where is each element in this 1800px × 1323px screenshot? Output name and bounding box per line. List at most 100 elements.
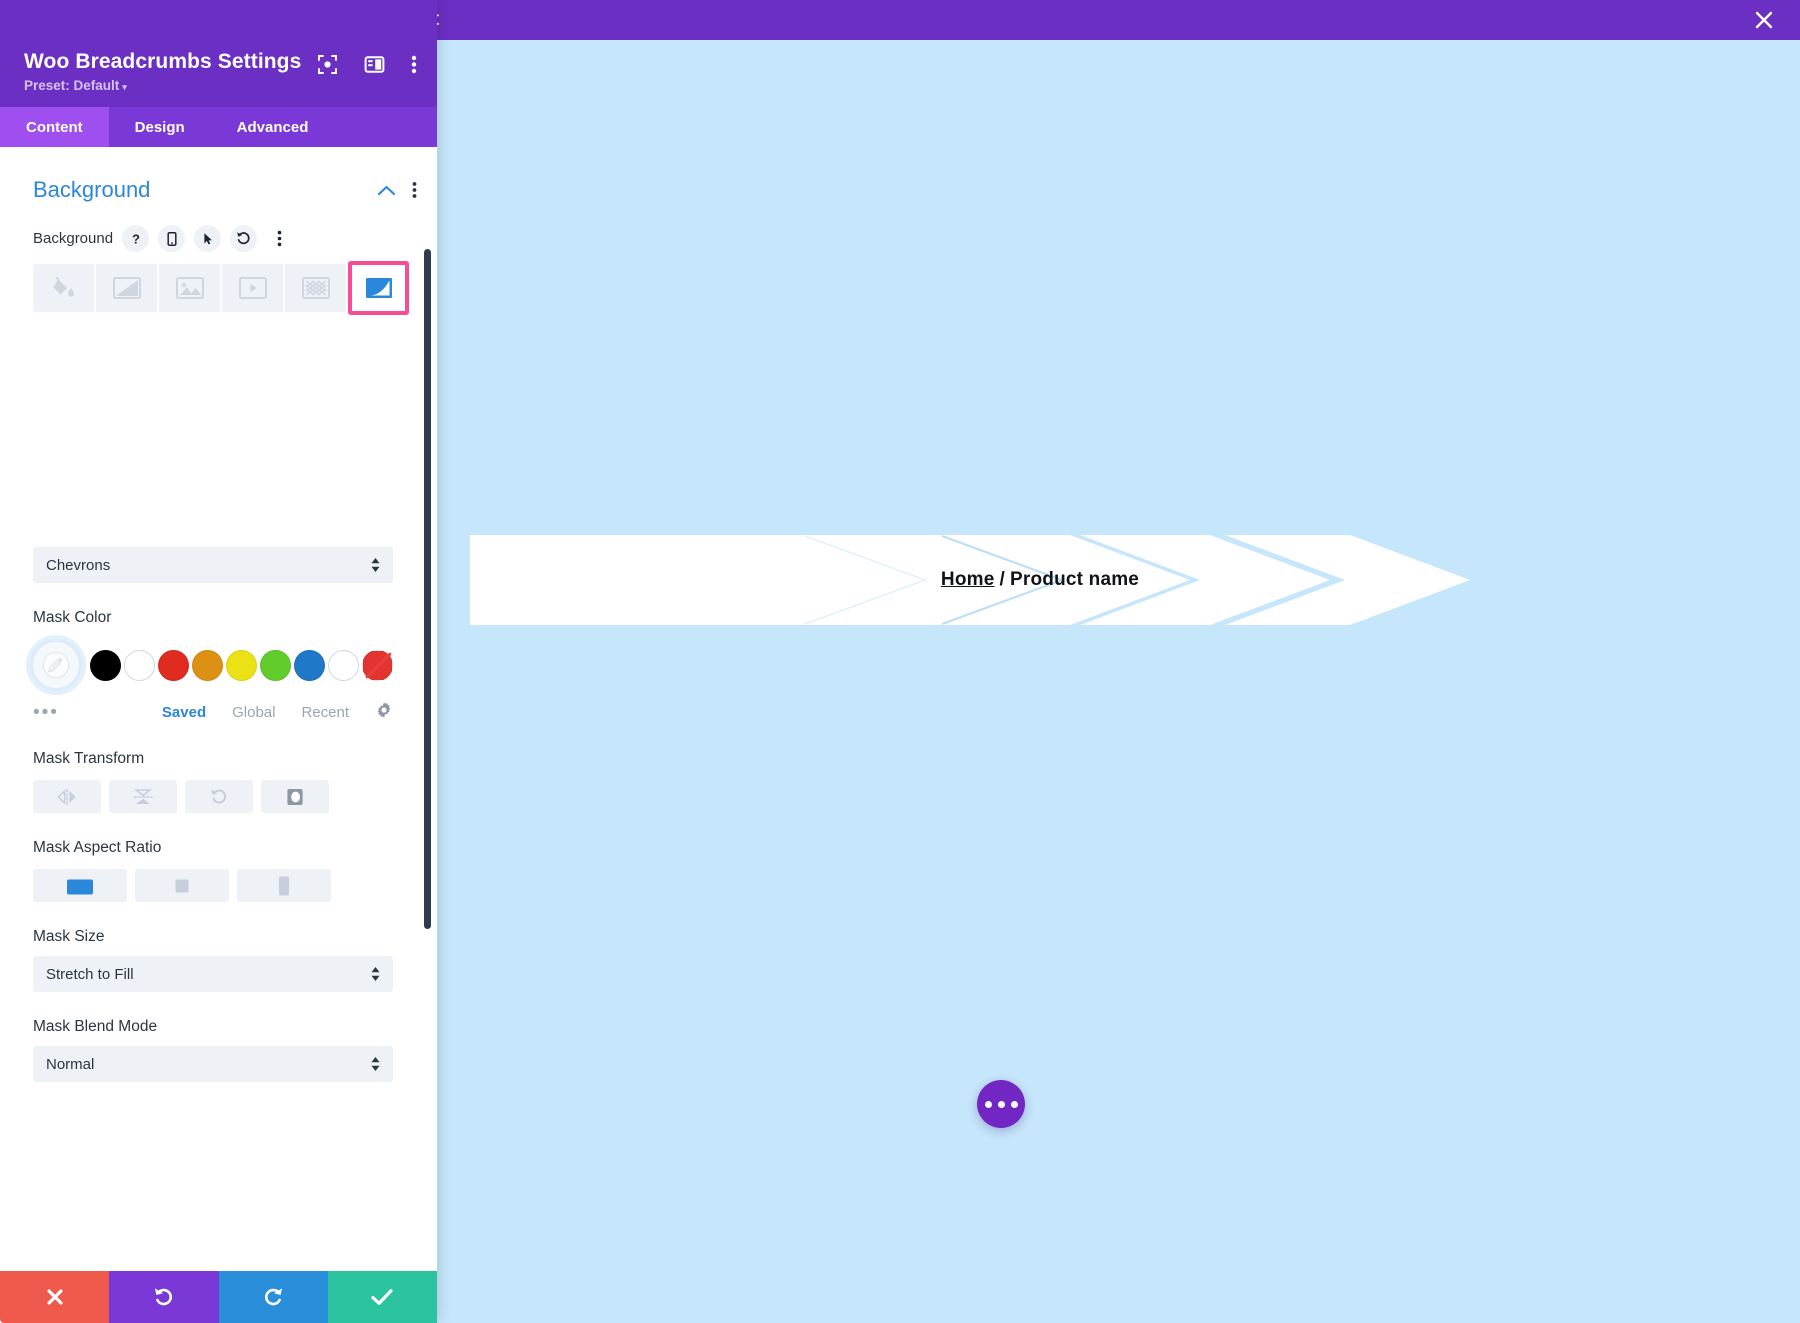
ellipsis-icon-dot-1 [985,1101,992,1108]
flip-horizontal-icon[interactable] [33,780,101,813]
mask-color-label: Mask Color [0,583,437,627]
flip-vertical-glyph [132,787,154,807]
layout-columns-icon[interactable] [364,54,385,75]
eyedropper-icon [42,651,70,679]
undo-icon [152,1285,176,1309]
panel-scroll-area: Background Background ? [0,147,437,1271]
aspect-landscape-icon[interactable] [33,869,127,902]
tab-content[interactable]: Content [0,107,109,147]
square-glyph [171,875,193,897]
background-type-tabs [0,252,437,315]
panel-scrollbar-thumb[interactable] [424,249,431,929]
bg-image-icon[interactable] [159,264,220,312]
bg-color-fill-icon[interactable] [33,264,94,312]
swatch-black[interactable] [90,650,121,681]
breadcrumb-separator: / [1000,569,1005,591]
invert-icon[interactable] [261,780,329,813]
focus-frame-icon[interactable] [317,54,338,75]
mask-glyph [365,277,393,299]
eyedropper-color-picker[interactable] [30,639,82,691]
swatch-more-dots[interactable]: ••• [33,702,59,724]
kebab-menu-icon[interactable] [411,54,417,75]
mask-blend-mode-select[interactable]: NormalMultiplyScreenOverlayDarkenLighten… [33,1046,393,1082]
rotate-icon[interactable] [185,780,253,813]
swatch-tab-global[interactable]: Global [232,704,275,721]
redo-button[interactable] [219,1271,328,1323]
flip-horizontal-glyph [55,788,79,806]
breadcrumb: Home / Product name [470,535,1550,625]
swatch-tab-recent[interactable]: Recent [301,704,349,721]
breadcrumb-current: Product name [1010,569,1139,591]
kebab-glyph [277,230,282,247]
paint-bucket-glyph [51,276,77,300]
swatch-orange[interactable] [192,650,223,681]
module-settings-panel: Woo Breadcrumbs Settings [0,0,437,1323]
aspect-portrait-icon[interactable] [237,869,331,902]
bg-video-icon[interactable] [222,264,283,312]
swatch-green[interactable] [260,650,291,681]
chevron-down-icon: ▾ [122,82,127,92]
panel-title: Woo Breadcrumbs Settings [24,50,301,74]
responsive-phone-icon[interactable] [158,225,185,252]
invert-glyph [285,787,305,807]
close-icon [44,1286,66,1308]
preset-label: Preset: Default [24,78,119,93]
mask-style-select[interactable]: ChevronsLayer BlobHoneycombRingsTriangle… [33,547,393,583]
preset-selector[interactable]: Preset: Default▾ [24,78,437,93]
cursor-glyph [200,231,216,247]
mask-size-select-wrap: Stretch to FillFitFillCustom Size [33,956,393,992]
chevron-up-icon[interactable] [377,184,396,197]
swatch-red[interactable] [158,650,189,681]
swatch-blue[interactable] [294,650,325,681]
ellipsis-icon-dot-2 [998,1101,1005,1108]
panel-header-spacer [0,0,437,40]
breadcrumb-home-link[interactable]: Home [941,569,995,591]
swatch-yellow[interactable] [226,650,257,681]
panel-header: Woo Breadcrumbs Settings [0,0,437,107]
aspect-square-icon[interactable] [135,869,229,902]
save-button[interactable] [328,1271,437,1323]
mask-aspect-ratio-label: Mask Aspect Ratio [0,813,437,857]
page-settings-fab[interactable] [977,1080,1025,1128]
panel-action-bar [0,1271,437,1323]
background-kebab-menu-icon[interactable] [266,225,293,252]
background-field-header: Background ? [0,203,437,252]
undo-button[interactable] [109,1271,218,1323]
panel-scrollbar-track[interactable] [424,147,431,1271]
hover-cursor-icon[interactable] [194,225,221,252]
mask-size-select[interactable]: Stretch to FillFitFillCustom Size [33,956,393,992]
reset-undo-icon[interactable] [230,225,257,252]
mask-style-select-wrap: ChevronsLayer BlobHoneycombRingsTriangle… [33,547,393,583]
swatch-tab-saved[interactable]: Saved [162,704,206,721]
section-title: Background [33,177,377,203]
gear-glyph [375,701,393,719]
woo-breadcrumbs-module[interactable]: Home / Product name [470,535,1550,625]
tab-advanced[interactable]: Advanced [211,107,335,147]
help-icon[interactable]: ? [122,225,149,252]
svg-text:?: ? [132,231,140,246]
tab-design[interactable]: Design [109,107,211,147]
gear-icon[interactable] [375,701,393,724]
swatch-empty[interactable] [328,650,359,681]
check-icon [369,1286,395,1308]
mask-blend-mode-label: Mask Blend Mode [0,992,437,1036]
close-window-button[interactable] [1738,0,1790,40]
cancel-button[interactable] [0,1271,109,1323]
flip-vertical-icon[interactable] [109,780,177,813]
bg-gradient-icon[interactable] [96,264,157,312]
swatch-white[interactable] [124,650,155,681]
help-glyph: ? [128,231,144,247]
background-section-header: Background [0,147,437,203]
phone-glyph [164,231,180,247]
bg-pattern-icon[interactable] [285,264,346,312]
portrait-glyph [273,874,295,898]
bg-mask-icon[interactable] [348,261,409,315]
mask-size-label: Mask Size [0,902,437,946]
mask-preview-area [0,315,437,547]
section-kebab-menu-icon[interactable] [412,181,417,199]
pattern-glyph [302,277,330,299]
swatch-transparent[interactable] [362,650,393,681]
rotate-glyph [209,787,229,807]
image-glyph [176,277,204,299]
mask-aspect-ratio-buttons [0,857,437,902]
